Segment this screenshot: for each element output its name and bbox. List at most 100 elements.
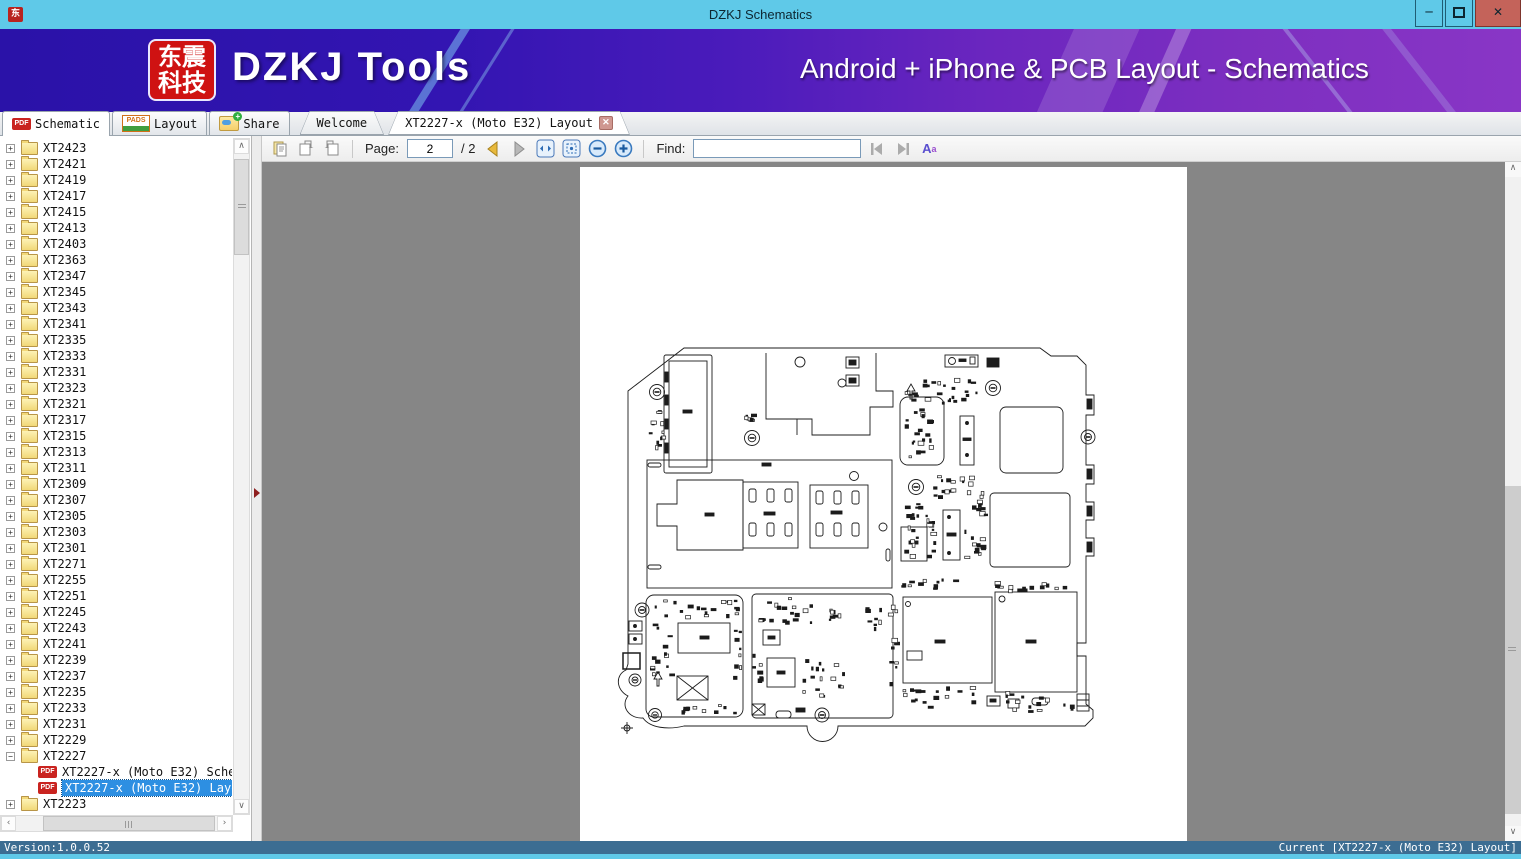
tree-item[interactable]: PDFXT2227-x (Moto E32) Schematic [0,764,232,780]
document-tab[interactable]: XT2227-x (Moto E32) Layout✕ [388,111,630,135]
find-previous-icon[interactable] [867,139,887,159]
copy-page-icon[interactable] [270,139,290,159]
tree-item[interactable]: +XT2243 [0,620,232,636]
scroll-right-button[interactable]: › [217,816,232,831]
tree-item[interactable]: +XT2239 [0,652,232,668]
find-next-icon[interactable] [893,139,913,159]
tree-horizontal-scrollbar[interactable]: ‹ › [0,815,233,832]
expand-icon[interactable]: + [6,640,15,649]
tree-item[interactable]: +XT2309 [0,476,232,492]
expand-icon[interactable]: + [6,368,15,377]
tree-item[interactable]: +XT2223 [0,796,232,812]
find-input[interactable] [693,139,861,158]
tree-item[interactable]: +XT2237 [0,668,232,684]
expand-icon[interactable]: + [6,224,15,233]
zoom-in-icon[interactable] [613,139,633,159]
expand-icon[interactable]: + [6,272,15,281]
page-number-input[interactable] [407,139,453,158]
tree-item[interactable]: +XT2341 [0,316,232,332]
fit-width-icon[interactable] [535,139,555,159]
tree-item[interactable]: +XT2233 [0,700,232,716]
expand-icon[interactable]: + [6,320,15,329]
expand-icon[interactable]: + [6,160,15,169]
expand-icon[interactable]: + [6,432,15,441]
expand-icon[interactable]: + [6,400,15,409]
expand-icon[interactable]: + [6,528,15,537]
tree-item[interactable]: +XT2311 [0,460,232,476]
expand-icon[interactable]: + [6,496,15,505]
tree-item[interactable]: +XT2307 [0,492,232,508]
expand-icon[interactable]: + [6,688,15,697]
tree-item[interactable]: +XT2255 [0,572,232,588]
match-case-icon[interactable]: Aa [919,139,939,159]
expand-icon[interactable]: + [6,560,15,569]
tree-item[interactable]: +XT2315 [0,428,232,444]
expand-icon[interactable]: + [6,464,15,473]
tree-item[interactable]: +XT2335 [0,332,232,348]
tree-horizontal-scrollbar-thumb[interactable] [43,816,215,831]
minimize-button[interactable]: ─ [1415,0,1443,27]
expand-icon[interactable]: + [6,512,15,521]
expand-icon[interactable]: + [6,336,15,345]
tree-item[interactable]: +XT2251 [0,588,232,604]
scroll-down-button[interactable]: ∨ [1505,826,1521,841]
tree-item[interactable]: +XT2303 [0,524,232,540]
maximize-button[interactable] [1445,0,1473,27]
tree-item[interactable]: +XT2333 [0,348,232,364]
tree-item[interactable]: +XT2363 [0,252,232,268]
scroll-down-button[interactable]: ∨ [234,799,249,814]
previous-page-icon[interactable] [483,139,503,159]
rotate-right-icon[interactable] [296,139,316,159]
expand-icon[interactable]: + [6,480,15,489]
tree-item[interactable]: +XT2317 [0,412,232,428]
tree-item[interactable]: +XT2343 [0,300,232,316]
zoom-out-icon[interactable] [587,139,607,159]
tree-item[interactable]: +XT2323 [0,380,232,396]
tree-item[interactable]: +XT2305 [0,508,232,524]
scroll-up-button[interactable]: ∧ [234,139,249,154]
tree-item[interactable]: +XT2321 [0,396,232,412]
scroll-up-button[interactable]: ∧ [1505,162,1521,177]
collapse-icon[interactable]: − [6,752,15,761]
expand-icon[interactable]: + [6,624,15,633]
expand-icon[interactable]: + [6,240,15,249]
splitter-collapse-icon[interactable] [254,488,260,498]
tab-close-icon[interactable]: ✕ [599,116,613,130]
pdf-page[interactable] [580,167,1187,841]
expand-icon[interactable]: + [6,720,15,729]
tree-item[interactable]: +XT2271 [0,556,232,572]
expand-icon[interactable]: + [6,800,15,809]
next-page-icon[interactable] [509,139,529,159]
rotate-left-icon[interactable] [322,139,342,159]
expand-icon[interactable]: + [6,736,15,745]
tab-schematic[interactable]: PDFSchematic [2,111,110,136]
tree-item[interactable]: +XT2235 [0,684,232,700]
expand-icon[interactable]: + [6,176,15,185]
tree-item[interactable]: +XT2403 [0,236,232,252]
expand-icon[interactable]: + [6,208,15,217]
viewer-vertical-scrollbar[interactable]: ∧ ∨ [1505,162,1521,841]
expand-icon[interactable]: + [6,384,15,393]
document-canvas[interactable] [262,162,1505,841]
tree-item[interactable]: +XT2345 [0,284,232,300]
tree-item[interactable]: −XT2227 [0,748,232,764]
expand-icon[interactable]: + [6,352,15,361]
expand-icon[interactable]: + [6,656,15,665]
expand-icon[interactable]: + [6,576,15,585]
tree-item[interactable]: +XT2347 [0,268,232,284]
expand-icon[interactable]: + [6,592,15,601]
tree-item[interactable]: +XT2301 [0,540,232,556]
expand-icon[interactable]: + [6,304,15,313]
expand-icon[interactable]: + [6,144,15,153]
expand-icon[interactable]: + [6,288,15,297]
tree-item[interactable]: +XT2245 [0,604,232,620]
expand-icon[interactable]: + [6,416,15,425]
expand-icon[interactable]: + [6,256,15,265]
viewer-vertical-scrollbar-thumb[interactable] [1505,486,1521,814]
expand-icon[interactable]: + [6,672,15,681]
tree-item[interactable]: +XT2417 [0,188,232,204]
tree-item[interactable]: +XT2241 [0,636,232,652]
tree-item[interactable]: PDFXT2227-x (Moto E32) Layout [0,780,232,796]
tree-item[interactable]: +XT2419 [0,172,232,188]
panel-splitter[interactable] [252,136,262,841]
